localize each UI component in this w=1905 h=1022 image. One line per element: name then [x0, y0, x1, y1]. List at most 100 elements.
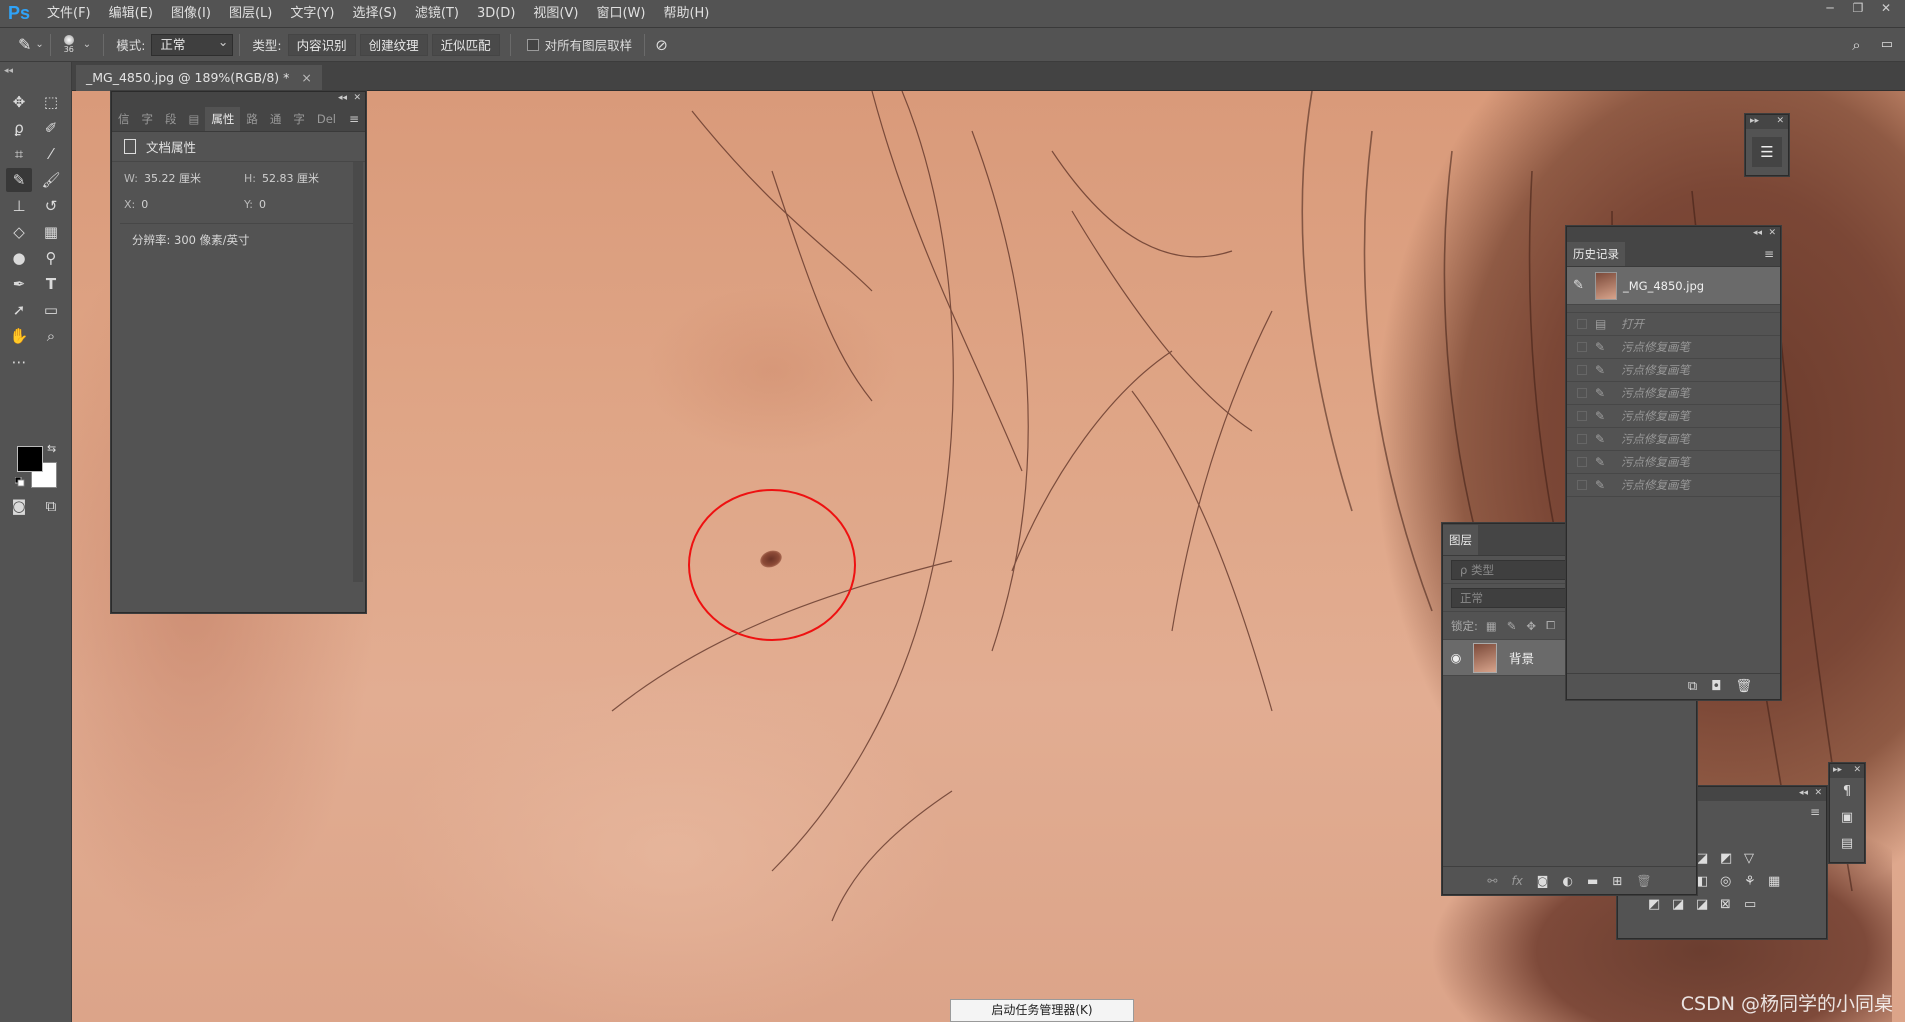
fx-icon[interactable]: fx — [1511, 874, 1522, 888]
new-layer-icon[interactable]: ⊞ — [1612, 874, 1622, 888]
restore-button[interactable]: ❐ — [1847, 0, 1869, 18]
panel-menu-icon[interactable]: ≡ — [1764, 247, 1774, 261]
marquee-tool-icon[interactable]: ⬚ — [38, 90, 64, 114]
exposure-icon[interactable]: ◩ — [1720, 851, 1744, 866]
vibrance-icon[interactable]: ▽ — [1744, 851, 1768, 866]
lock-position-icon[interactable]: ✥ — [1526, 619, 1536, 633]
pressure-icon[interactable]: ⊘ — [655, 36, 668, 54]
history-brush-slot[interactable] — [1577, 434, 1587, 444]
layer-filter-input[interactable]: ρ 类型 — [1451, 559, 1569, 580]
menu-edit[interactable]: 编辑(E) — [100, 0, 162, 28]
y-field[interactable]: Y: 0 — [244, 198, 364, 211]
menu-filter[interactable]: 滤镜(T) — [406, 0, 468, 28]
more-tools-icon[interactable]: ⋯ — [6, 350, 32, 374]
history-snapshot[interactable]: ✎ _MG_4850.jpg — [1567, 267, 1780, 305]
shape-tool-icon[interactable]: ▭ — [38, 298, 64, 322]
expand-icon[interactable]: ▸▸ — [1750, 115, 1759, 128]
swap-colors-icon[interactable]: ⇆ — [47, 442, 56, 455]
history-brush-slot[interactable] — [1577, 319, 1587, 329]
history-item[interactable]: ✎ 污点修复画笔 — [1567, 428, 1780, 451]
toolbar-grip-icon[interactable]: ◂◂ — [4, 66, 13, 76]
collapse-icon[interactable]: ◂◂ — [1753, 227, 1762, 240]
menu-3d[interactable]: 3D(D) — [468, 0, 524, 28]
sliders-icon[interactable]: ☰ — [1752, 137, 1782, 167]
hand-tool-icon[interactable]: ✋ — [6, 324, 32, 348]
height-field[interactable]: H: 52.83 厘米 — [244, 170, 364, 186]
type-proximity-match[interactable]: 近似匹配 — [431, 33, 500, 56]
lock-pixels-icon[interactable]: ▦ — [1486, 619, 1497, 633]
history-brush-slot[interactable] — [1577, 457, 1587, 467]
blur-tool-icon[interactable]: ● — [6, 246, 32, 270]
history-item[interactable]: ✎ 污点修复画笔 — [1567, 405, 1780, 428]
channel-mixer-icon[interactable]: ⚘ — [1744, 874, 1768, 889]
history-item[interactable]: ✎ 污点修复画笔 — [1567, 336, 1780, 359]
history-item[interactable]: ✎ 污点修复画笔 — [1567, 451, 1780, 474]
adjustment-icon[interactable]: ◐ — [1562, 874, 1572, 888]
crop-tool-icon[interactable]: ⌗ — [6, 142, 32, 166]
menu-view[interactable]: 视图(V) — [524, 0, 587, 28]
tab-character[interactable]: 字 — [136, 107, 160, 131]
spot-healing-tool-icon[interactable]: ✎ — [6, 168, 32, 192]
path-select-tool-icon[interactable]: ➚ — [6, 298, 32, 322]
history-item[interactable]: ▤ 打开 — [1567, 313, 1780, 336]
panel-close-icon[interactable]: ✕ — [353, 92, 361, 105]
quick-select-tool-icon[interactable]: ✐ — [38, 116, 64, 140]
tab-info[interactable]: 信 — [112, 107, 136, 131]
history-brush-slot[interactable] — [1577, 388, 1587, 398]
history-brush-slot[interactable] — [1577, 480, 1587, 490]
new-document-from-state-icon[interactable]: ⧉ — [1688, 679, 1697, 694]
width-field[interactable]: W: 35.22 厘米 — [124, 170, 244, 186]
mask-icon[interactable]: ◙ — [1537, 874, 1549, 888]
photo-filter-icon[interactable]: ◎ — [1720, 874, 1744, 889]
panel-titlebar[interactable]: ◂◂ ✕ — [112, 92, 365, 106]
threshold-icon[interactable]: ◪ — [1696, 897, 1720, 912]
screen-mode-icon[interactable]: ⧉ — [38, 494, 64, 518]
panel-menu-icon[interactable]: ≡ — [1810, 805, 1820, 819]
panel-close-icon[interactable]: ✕ — [1776, 115, 1784, 128]
history-brush-slot[interactable] — [1577, 365, 1587, 375]
search-icon[interactable]: ⌕ — [1852, 36, 1860, 54]
tab-channels[interactable]: 通 — [264, 107, 288, 131]
panel-titlebar[interactable]: ◂◂ ✕ — [1567, 227, 1780, 241]
menu-image[interactable]: 图像(I) — [162, 0, 220, 28]
history-item[interactable]: ✎ 污点修复画笔 — [1567, 359, 1780, 382]
stamp-tool-icon[interactable]: ⊥ — [6, 194, 32, 218]
close-button[interactable]: ✕ — [1875, 0, 1897, 18]
curves-icon[interactable]: ◪ — [1696, 851, 1720, 866]
spot-healing-tool-icon[interactable]: ✎ — [18, 35, 31, 54]
history-brush-tool-icon[interactable]: ↺ — [38, 194, 64, 218]
default-colors-icon[interactable] — [14, 476, 25, 487]
menu-type[interactable]: 文字(Y) — [281, 0, 343, 28]
panel-close-icon[interactable]: ✕ — [1814, 787, 1822, 800]
history-brush-slot[interactable] — [1577, 411, 1587, 421]
sample-all-layers-checkbox[interactable] — [526, 38, 539, 51]
history-brush-slot[interactable] — [1577, 342, 1587, 352]
save-icon[interactable]: ▣ — [1830, 804, 1864, 830]
visibility-eye-icon[interactable]: ◉ — [1443, 650, 1469, 665]
invert-icon[interactable]: ◩ — [1648, 897, 1672, 912]
properties-scrollbar[interactable] — [353, 162, 363, 582]
tab-layers[interactable]: 图层 — [1443, 525, 1478, 555]
link-icon[interactable]: ⚯ — [1487, 874, 1497, 888]
tab-glyphs[interactable]: 字 — [287, 107, 311, 131]
history-source-brush-icon[interactable]: ✎ — [1573, 278, 1589, 293]
move-tool-icon[interactable]: ✥ — [6, 90, 32, 114]
menu-file[interactable]: 文件(F) — [38, 0, 100, 28]
tab-history[interactable]: 历史记录 — [1567, 242, 1625, 266]
type-create-texture[interactable]: 创建纹理 — [359, 33, 428, 56]
x-field[interactable]: X: 0 — [124, 198, 244, 211]
panel-titlebar[interactable]: ▸▸ ✕ — [1746, 115, 1788, 129]
menu-layer[interactable]: 图层(L) — [220, 0, 281, 28]
lock-paint-icon[interactable]: ✎ — [1507, 619, 1517, 633]
eyedropper-tool-icon[interactable]: ⁄ — [38, 142, 64, 166]
selective-color-icon[interactable]: ⊠ — [1720, 897, 1744, 912]
delete-icon[interactable]: 🗑 — [1735, 679, 1752, 694]
history-item[interactable]: ✎ 污点修复画笔 — [1567, 474, 1780, 497]
brush-tool-icon[interactable]: 🖌 — [38, 168, 64, 192]
lock-artboard-icon[interactable]: ⧠ — [1546, 618, 1555, 633]
panel-close-icon[interactable]: ✕ — [1853, 764, 1861, 777]
delete-icon[interactable]: 🗑 — [1636, 874, 1651, 888]
document-tab[interactable]: _MG_4850.jpg @ 189%(RGB/8) * × — [76, 65, 322, 91]
tab-del[interactable]: Del — [311, 107, 342, 131]
tab-paragraph[interactable]: 段 — [159, 107, 183, 131]
